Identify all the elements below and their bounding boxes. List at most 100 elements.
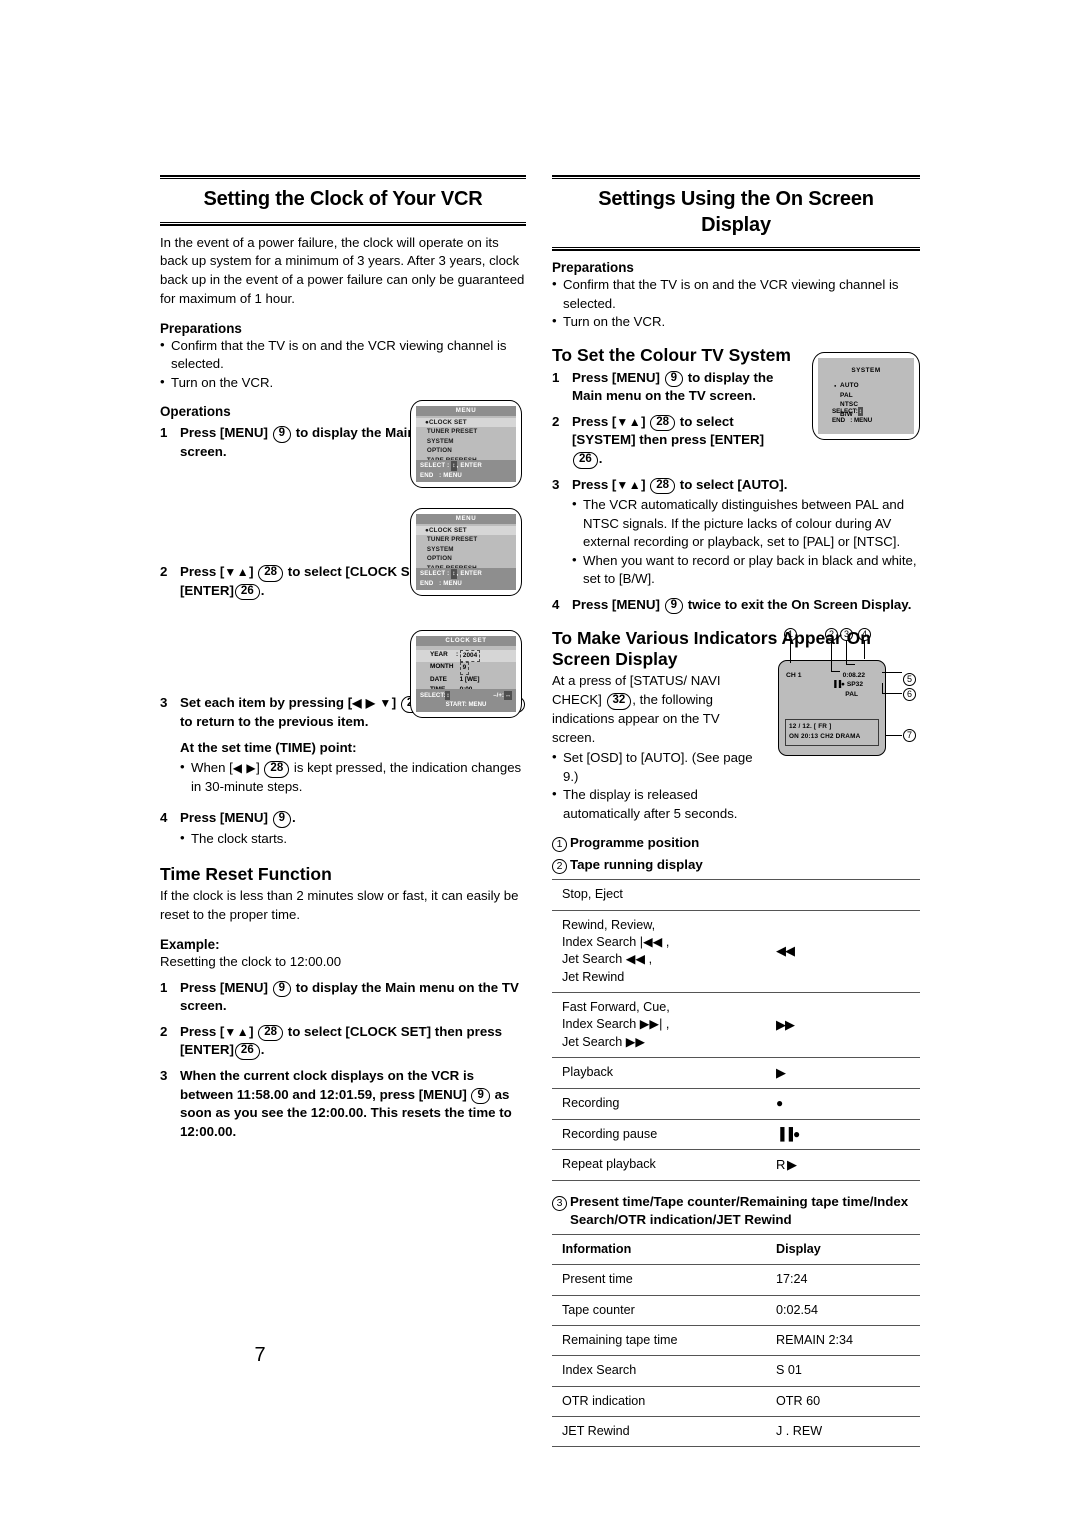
cell-display: ▶ (770, 1057, 920, 1090)
step-number: 1 (552, 369, 560, 385)
information-display-table: Information Display Present time 17:24 T… (552, 1233, 920, 1448)
leader-line-3 (846, 641, 847, 664)
cell-info: OTR indication (552, 1385, 770, 1418)
step-text-b: twice to exit the On Screen Display. (687, 596, 912, 612)
callout-1: 1 (784, 628, 797, 641)
step-text-b: ] (641, 476, 646, 492)
table-row: Rewind, Review, Index Search |◀◀ , Jet S… (552, 909, 920, 994)
page-title-right: Settings Using the On Screen Display (552, 183, 920, 244)
step-4: 4 Press [MENU] 9 twice to exit the On Sc… (552, 596, 920, 615)
cell-info: Remaining tape time (552, 1324, 770, 1357)
arrow-glyphs: ▼▲ (224, 565, 250, 580)
osd-menu: MENU ●CLOCK SET TUNER PRESET SYSTEM OPTI… (416, 514, 516, 590)
osd-menu-item-selected: ●CLOCK SET (416, 525, 516, 536)
leader-line-6 (882, 693, 902, 694)
cell-display: S 01 (770, 1355, 920, 1387)
cell-info: Repeat playback (552, 1148, 770, 1181)
leader-line-6b (882, 683, 883, 694)
callout-4: 4 (858, 628, 871, 641)
plusminus-key-icon: ↔ (503, 690, 512, 701)
preparations-heading: Preparations (160, 320, 242, 336)
step-text-a: Press [MENU] (180, 979, 268, 995)
footer-select-rest: , ENTER (456, 570, 482, 578)
step-number: 2 (552, 413, 560, 429)
button-ref: 9 (471, 1087, 490, 1105)
cell-info: Tape counter (552, 1294, 770, 1326)
footer-select-label: SELECT : (420, 570, 450, 578)
table-row: Recording pause ▐▐● (552, 1118, 920, 1150)
example-label: Example: (160, 936, 220, 952)
heading-line-2: Screen Display (552, 649, 678, 670)
tv-screen-menu-1: MENU ●CLOCK SET TUNER PRESET SYSTEM OPTI… (410, 400, 522, 488)
button-ref: 28 (264, 761, 290, 778)
step-1: 1 Press [MENU] 9 to display the Main men… (160, 979, 526, 1016)
callout-3: 3 (840, 628, 853, 641)
footer-end-rest: : MENU (850, 417, 873, 425)
step-text-b: . (292, 810, 296, 826)
list-item: Turn on the VCR. (160, 372, 526, 392)
heading-rule-top (160, 175, 526, 179)
table-header-row: Information Display (552, 1233, 920, 1266)
cell-display: ▐▐● (770, 1118, 920, 1150)
step-3: 3 When the current clock displays on the… (160, 1067, 526, 1141)
button-ref: 9 (272, 425, 292, 443)
step-number: 1 (160, 424, 168, 440)
button-ref: 9 (664, 597, 684, 615)
list-item: Confirm that the TV is on and the VCR vi… (552, 275, 920, 313)
updown-key-icon: ↕ (857, 406, 863, 417)
cell-info: Stop, Eject (552, 879, 770, 911)
bullet-text-a: When [ (191, 760, 233, 776)
table-row: Recording ● (552, 1088, 920, 1120)
list-item: The display is released automatically af… (552, 785, 757, 823)
step-text-d: . (260, 582, 265, 598)
time-reset-intro: If the clock is less than 2 minutes slow… (160, 888, 519, 923)
arrow-glyphs: ▼▲ (616, 477, 642, 492)
table-row: OTR indication OTR 60 (552, 1385, 920, 1418)
osd-title: MENU (416, 514, 516, 524)
step-text-b: ] (641, 413, 646, 429)
indicators-bullets: Set [OSD] to [AUTO]. (See page 9.) The d… (552, 748, 757, 823)
step-text-a: Press [MENU] (180, 424, 268, 440)
footer-end-label: END (832, 417, 846, 425)
time-reset-heading: Time Reset Function (160, 864, 332, 885)
step-4: 4 Press [MENU] 9. The clock starts. (160, 809, 526, 848)
title-line-2: Display (701, 213, 771, 236)
osd-menu-item: TUNER PRESET (426, 428, 478, 436)
leader-line-2 (831, 641, 832, 671)
footer-select: SELECT: (832, 407, 858, 415)
step-text-b: ] (391, 695, 397, 711)
step-number: 4 (160, 810, 168, 826)
circled-number: 1 (552, 837, 567, 853)
preparations-list: Confirm that the TV is on and the VCR vi… (552, 275, 920, 331)
step-text-a: Press [ (572, 413, 617, 429)
legend-1: 1 Programme position (552, 834, 920, 853)
footer-end-label: END (420, 579, 434, 587)
step-text-a: When the current clock displays on the V… (180, 1068, 475, 1102)
step-text-c: to select [AUTO]. (679, 476, 788, 492)
osd-menu: MENU ●CLOCK SET TUNER PRESET SYSTEM OPTI… (416, 406, 516, 482)
step-3-bullets: When [◀ ▶] 28 is kept pressed, the indic… (180, 758, 526, 796)
column-header-display: Display (770, 1233, 920, 1266)
table-row: Tape counter 0:02.54 (552, 1294, 920, 1326)
osd-system: SYSTEM AUTO PAL NTSC B/W SELECT:↕ END : … (818, 358, 914, 434)
tv-screen-system: SYSTEM AUTO PAL NTSC B/W SELECT:↕ END : … (812, 352, 920, 440)
title-line-1: Settings Using the On Screen (598, 188, 874, 210)
osd-footer: SELECT:↕ –/+:↔ START: MENU (416, 689, 516, 712)
row-label: YEAR (430, 650, 448, 658)
legend-text: Programme position (570, 835, 700, 851)
time-reset-steps: 1 Press [MENU] 9 to display the Main men… (160, 979, 526, 1142)
cell-display: R ▶ (770, 1148, 920, 1181)
step-text-a: Set each item by pressing [ (180, 695, 353, 711)
leader-line-5 (882, 672, 902, 673)
button-ref: 26 (234, 1043, 260, 1060)
footer-select: SELECT: (420, 691, 446, 699)
table-row: Fast Forward, Cue, Index Search ▶▶| , Je… (552, 992, 920, 1059)
row-value: 9 (459, 662, 470, 675)
tv-screen-clock-set: CLOCK SET YEAR : 2004 MONTH 9 DATE 1 [WE… (410, 630, 522, 718)
step-number: 4 (552, 596, 560, 612)
clock-row-year: YEAR : 2004 (416, 649, 516, 663)
osd-footer: SELECT : ↕, ENTER END : MENU (416, 567, 516, 590)
step-2: 2 Press [▼▲] 28 to select [CLOCK SET] the… (160, 1023, 526, 1060)
osd-menu-item: OPTION (426, 447, 452, 455)
callout-6: 6 (903, 688, 916, 701)
